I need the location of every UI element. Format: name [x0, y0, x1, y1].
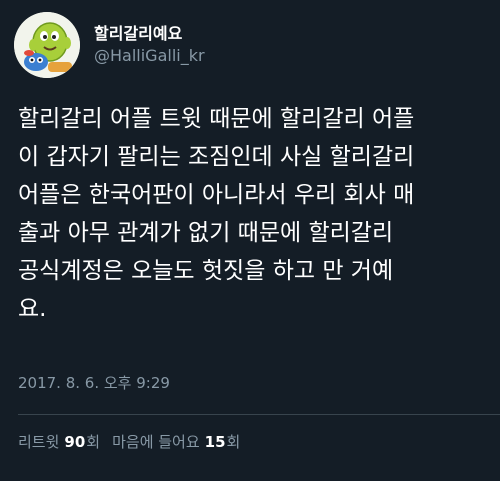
- tweet-text-line: 공식계정은 오늘도 헛짓을 하고 만 거예: [18, 258, 394, 284]
- display-name[interactable]: 할리갈리예요: [94, 23, 205, 45]
- tweet-stats: 리트윗 90 회 마음에 들어요 15 회: [18, 431, 252, 453]
- tweet-text-line: 어플은 한국어판이 아니라서 우리 회사 매: [18, 182, 415, 208]
- divider: [18, 414, 500, 415]
- like-stat[interactable]: 마음에 들어요 15 회: [112, 431, 240, 453]
- retweet-count: 90: [64, 433, 86, 451]
- tweet-timestamp[interactable]: 2017. 8. 6. 오후 9:29: [18, 372, 170, 394]
- tweet-card: 할리갈리예요 @HalliGalli_kr 할리갈리 어플 트윗 때문에 할리갈…: [0, 0, 500, 481]
- tweet-text-line: 이 갑자기 팔리는 조짐인데 사실 할리갈리: [18, 144, 415, 170]
- like-label: 마음에 들어요: [112, 433, 200, 451]
- tweet-text: 할리갈리 어플 트윗 때문에 할리갈리 어플 이 갑자기 팔리는 조짐인데 사실…: [18, 100, 488, 328]
- tweet-header: 할리갈리예요 @HalliGalli_kr: [14, 12, 205, 78]
- tweet-text-line: 출과 아무 관계가 없기 때문에 할리갈리: [18, 220, 394, 246]
- avatar[interactable]: [14, 12, 80, 78]
- user-handle[interactable]: @HalliGalli_kr: [94, 45, 205, 67]
- tweet-text-line: 요.: [18, 296, 47, 322]
- tweet-text-line: 할리갈리 어플 트윗 때문에 할리갈리 어플: [18, 106, 415, 132]
- like-unit: 회: [226, 433, 241, 451]
- halligalli-mascot-icon: [14, 12, 80, 78]
- user-names: 할리갈리예요 @HalliGalli_kr: [94, 23, 205, 67]
- like-count: 15: [204, 433, 226, 451]
- retweet-unit: 회: [86, 433, 101, 451]
- retweet-label: 리트윗: [18, 433, 60, 451]
- retweet-stat[interactable]: 리트윗 90 회: [18, 431, 100, 453]
